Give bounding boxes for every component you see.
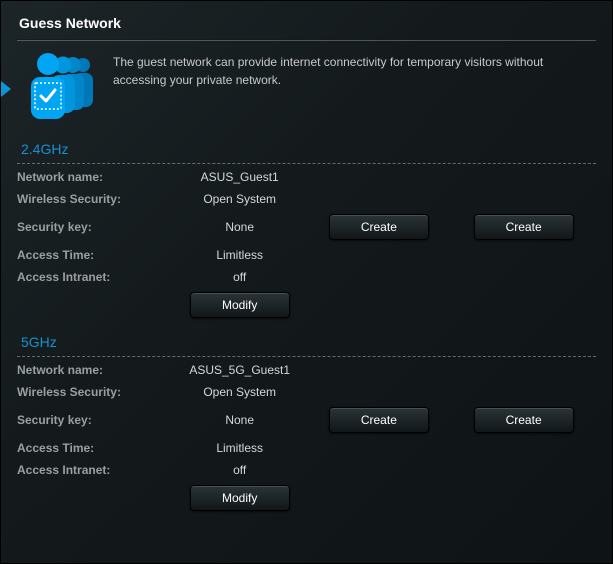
value-network-name: ASUS_5G_Guest1 <box>173 359 307 381</box>
label-wireless-security: Wireless Security: <box>17 381 173 403</box>
value-access-time: Limitless <box>173 437 307 459</box>
label-security-key: Security key: <box>17 210 173 244</box>
intro-text: The guest network can provide internet c… <box>113 51 590 89</box>
band-24-table: Network name: ASUS_Guest1 Wireless Secur… <box>17 166 596 322</box>
label-security-key: Security key: <box>17 403 173 437</box>
divider <box>17 163 596 164</box>
label-access-intranet: Access Intranet: <box>17 266 173 288</box>
create-button-5-slot2[interactable]: Create <box>329 407 429 433</box>
band-title-24: 2.4GHz <box>17 129 596 161</box>
create-button-5-slot3[interactable]: Create <box>474 407 574 433</box>
create-button-24-slot3[interactable]: Create <box>474 214 574 240</box>
label-access-time: Access Time: <box>17 437 173 459</box>
divider <box>17 39 596 41</box>
value-wireless-security: Open System <box>173 381 307 403</box>
divider <box>17 356 596 357</box>
value-network-name: ASUS_Guest1 <box>173 166 307 188</box>
modify-button-5[interactable]: Modify <box>190 485 290 511</box>
band-5-table: Network name: ASUS_5G_Guest1 Wireless Se… <box>17 359 596 515</box>
value-access-time: Limitless <box>173 244 307 266</box>
label-access-intranet: Access Intranet: <box>17 459 173 481</box>
guest-users-icon <box>23 51 99 121</box>
value-security-key: None <box>173 403 307 437</box>
create-button-24-slot2[interactable]: Create <box>329 214 429 240</box>
value-access-intranet: off <box>173 266 307 288</box>
page-title: Guess Network <box>17 1 596 39</box>
band-title-5: 5GHz <box>17 322 596 354</box>
label-network-name: Network name: <box>17 166 173 188</box>
value-access-intranet: off <box>173 459 307 481</box>
label-access-time: Access Time: <box>17 244 173 266</box>
label-network-name: Network name: <box>17 359 173 381</box>
modify-button-24[interactable]: Modify <box>190 292 290 318</box>
chevron-right-icon <box>1 81 11 97</box>
value-security-key: None <box>173 210 307 244</box>
value-wireless-security: Open System <box>173 188 307 210</box>
label-wireless-security: Wireless Security: <box>17 188 173 210</box>
